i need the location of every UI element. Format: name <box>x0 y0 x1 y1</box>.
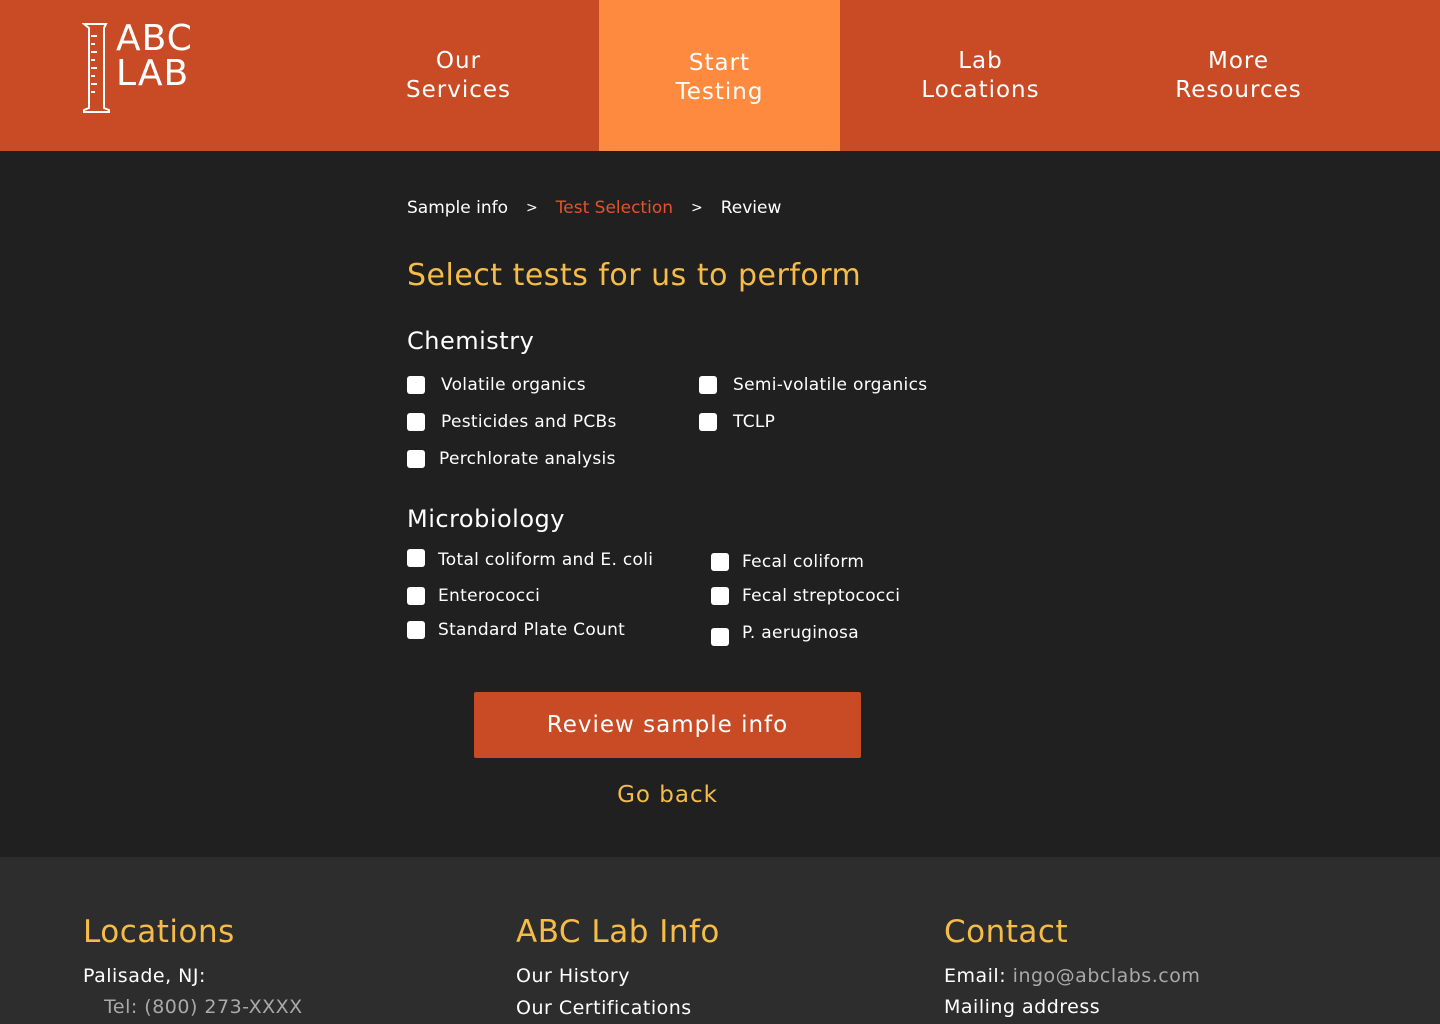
footer-email-row: Email: ingo@abclabs.com <box>944 965 1200 987</box>
checkbox-label: Standard Plate Count <box>438 620 626 640</box>
checkbox-box[interactable] <box>699 413 717 431</box>
chemistry-heading: Chemistry <box>407 327 535 355</box>
brand-name: ABC LAB <box>116 18 193 94</box>
footer-email-link[interactable]: ingo@abclabs.com <box>1013 965 1201 987</box>
checkbox-label: Total coliform and E. coli <box>438 550 654 570</box>
nav-lab-locations-label: Lab Locations <box>921 47 1040 103</box>
checkbox-box[interactable] <box>407 450 425 468</box>
brand-logo[interactable]: ABC LAB <box>82 18 202 114</box>
checkbox-box[interactable] <box>407 376 425 394</box>
footer-link-history[interactable]: Our History <box>516 965 630 987</box>
checkbox-tclp[interactable]: TCLP <box>699 412 775 432</box>
breadcrumb-sample-info[interactable]: Sample info <box>407 198 508 218</box>
checkbox-box[interactable] <box>699 376 717 394</box>
nav-our-services[interactable]: Our Services <box>338 0 579 151</box>
checkbox-box[interactable] <box>711 553 729 571</box>
checkbox-label: Fecal coliform <box>742 552 865 572</box>
microbiology-heading: Microbiology <box>407 505 565 533</box>
checkbox-enterococci[interactable]: Enterococci <box>407 586 540 606</box>
checkbox-label: Semi-volatile organics <box>733 375 928 395</box>
checkbox-standard-plate-count[interactable]: Standard Plate Count <box>407 620 625 640</box>
brand-line-2: LAB <box>116 53 190 94</box>
checkbox-box[interactable] <box>407 587 425 605</box>
breadcrumb: Sample info > Test Selection > Review <box>407 198 781 218</box>
graduated-cylinder-icon <box>82 23 110 113</box>
nav-start-testing[interactable]: Start Testing <box>599 0 840 151</box>
checkbox-fecal-streptococci[interactable]: Fecal streptococci <box>711 586 900 606</box>
checkbox-box[interactable] <box>711 628 729 646</box>
page-title: Select tests for us to perform <box>407 258 862 293</box>
breadcrumb-separator: > <box>526 200 538 216</box>
breadcrumb-test-selection[interactable]: Test Selection <box>556 198 673 218</box>
checkbox-label: Enterococci <box>438 586 541 606</box>
site-header: ABC LAB Our Services Start Testing Lab L… <box>0 0 1440 151</box>
checkbox-total-coliform[interactable]: Total coliform and E. coli <box>407 549 654 570</box>
checkbox-box[interactable] <box>711 587 729 605</box>
checkbox-volatile-organics[interactable]: Volatile organics <box>407 375 586 395</box>
checkbox-p-aeruginosa[interactable]: P. aeruginosa <box>711 620 859 646</box>
checkbox-label: Volatile organics <box>441 375 586 395</box>
nav-more-resources-label: More Resources <box>1175 47 1302 103</box>
checkbox-pesticides-pcbs[interactable]: Pesticides and PCBs <box>407 412 617 432</box>
checkbox-box[interactable] <box>407 413 425 431</box>
go-back-link[interactable]: Go back <box>474 782 861 808</box>
footer-mailing-address[interactable]: Mailing address <box>944 996 1100 1018</box>
checkbox-box[interactable] <box>407 549 425 567</box>
footer-locations-heading: Locations <box>83 914 235 950</box>
checkbox-semi-volatile-organics[interactable]: Semi-volatile organics <box>699 375 927 395</box>
review-sample-info-button[interactable]: Review sample info <box>474 692 861 758</box>
footer-link-certifications[interactable]: Our Certifications <box>516 997 692 1019</box>
footer-location-phone[interactable]: Tel: (800) 273-XXXX <box>104 996 303 1018</box>
breadcrumb-separator: > <box>691 200 703 216</box>
nav-our-services-label: Our Services <box>406 47 511 103</box>
checkbox-perchlorate[interactable]: Perchlorate analysis <box>407 449 616 469</box>
nav-lab-locations[interactable]: Lab Locations <box>860 0 1101 151</box>
footer-location-name: Palisade, NJ: <box>83 965 206 987</box>
checkbox-label: P. aeruginosa <box>742 623 859 643</box>
breadcrumb-review[interactable]: Review <box>721 198 782 218</box>
brand-line-1: ABC <box>116 18 193 59</box>
footer-email-label: Email: <box>944 965 1007 987</box>
footer-contact-heading: Contact <box>944 914 1069 950</box>
checkbox-label: Pesticides and PCBs <box>441 412 617 432</box>
nav-start-testing-label: Start Testing <box>675 49 764 105</box>
checkbox-label: TCLP <box>733 412 776 432</box>
checkbox-box[interactable] <box>407 621 425 639</box>
checkbox-label: Perchlorate analysis <box>439 449 616 469</box>
checkbox-label: Fecal streptococci <box>742 586 901 606</box>
footer-info-heading: ABC Lab Info <box>516 914 720 950</box>
checkbox-fecal-coliform[interactable]: Fecal coliform <box>711 552 864 572</box>
nav-more-resources[interactable]: More Resources <box>1118 0 1359 151</box>
